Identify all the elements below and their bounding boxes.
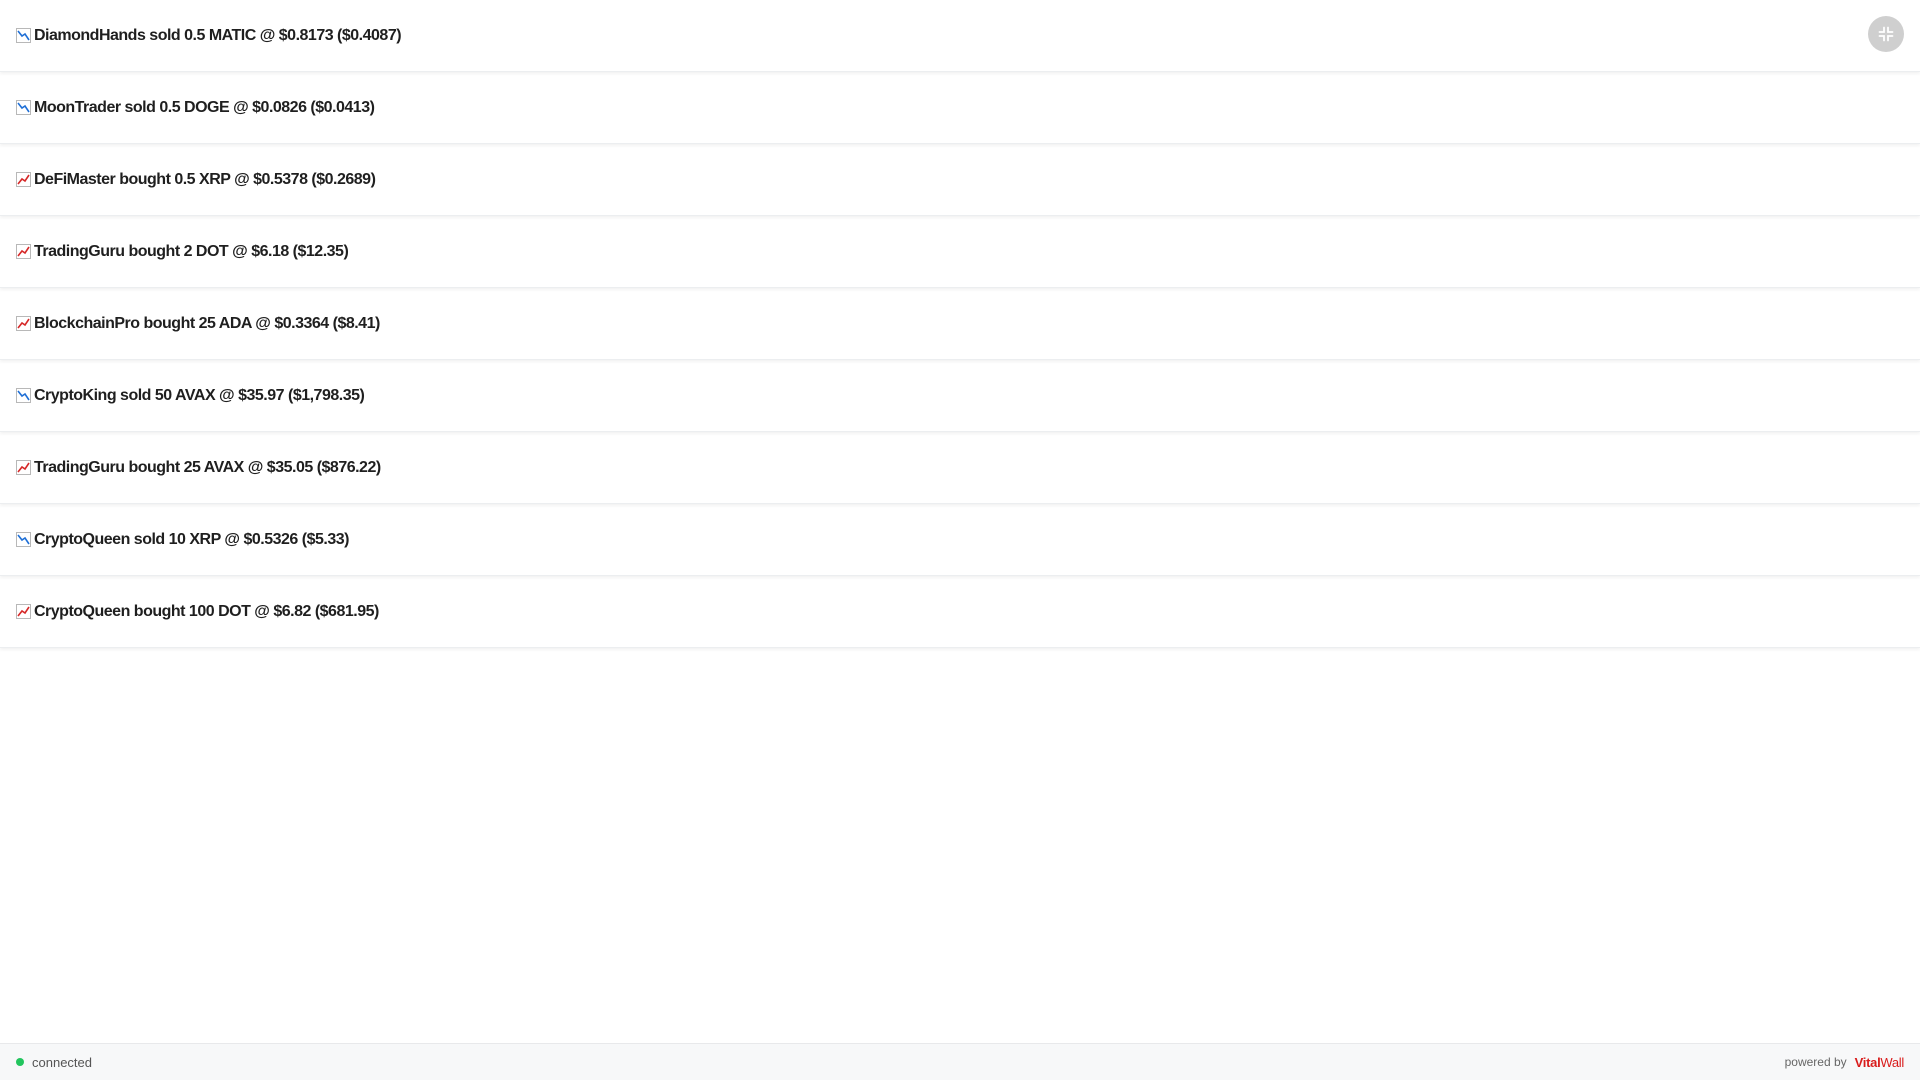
trade-text: BlockchainPro bought 25 ADA @ $0.3364 ($… (34, 314, 380, 332)
exit-fullscreen-button[interactable] (1868, 16, 1904, 52)
trade-row: TradingGuru bought 2 DOT @ $6.18 ($12.35… (0, 216, 1920, 288)
chart-decreasing-icon (16, 28, 31, 43)
trade-row: TradingGuru bought 25 AVAX @ $35.05 ($87… (0, 432, 1920, 504)
trade-row: CryptoQueen sold 10 XRP @ $0.5326 ($5.33… (0, 504, 1920, 576)
powered-by: powered by VitalWall (1784, 1054, 1905, 1070)
trade-row: DiamondHands sold 0.5 MATIC @ $0.8173 ($… (0, 0, 1920, 72)
status-dot (16, 1058, 24, 1066)
chart-increasing-icon (16, 316, 31, 331)
exit-fullscreen-icon (1878, 26, 1894, 42)
trade-text: DiamondHands sold 0.5 MATIC @ $0.8173 ($… (34, 26, 402, 44)
connection-status: connected (16, 1055, 92, 1070)
chart-decreasing-icon (16, 388, 31, 403)
brand-logo[interactable]: VitalWall (1854, 1054, 1905, 1070)
trade-row: CryptoKing sold 50 AVAX @ $35.97 ($1,798… (0, 360, 1920, 432)
trade-text: CryptoQueen bought 100 DOT @ $6.82 ($681… (34, 602, 379, 620)
trade-text: TradingGuru bought 2 DOT @ $6.18 ($12.35… (34, 242, 349, 260)
chart-increasing-icon (16, 172, 31, 187)
trade-row: DeFiMaster bought 0.5 XRP @ $0.5378 ($0.… (0, 144, 1920, 216)
trade-row: CryptoQueen bought 100 DOT @ $6.82 ($681… (0, 576, 1920, 648)
brand-name-part-2: Wall (1880, 1054, 1904, 1070)
trade-text: CryptoQueen sold 10 XRP @ $0.5326 ($5.33… (34, 530, 349, 548)
powered-by-label: powered by (1784, 1055, 1847, 1069)
status-text: connected (32, 1054, 92, 1070)
trade-text: DeFiMaster bought 0.5 XRP @ $0.5378 ($0.… (34, 170, 376, 188)
trade-row: MoonTrader sold 0.5 DOGE @ $0.0826 ($0.0… (0, 72, 1920, 144)
trade-text: CryptoKing sold 50 AVAX @ $35.97 ($1,798… (34, 386, 365, 404)
chart-decreasing-icon (16, 100, 31, 115)
chart-increasing-icon (16, 460, 31, 475)
footer-bar: connected powered by VitalWall (0, 1043, 1920, 1080)
chart-decreasing-icon (16, 532, 31, 547)
trade-row: BlockchainPro bought 25 ADA @ $0.3364 ($… (0, 288, 1920, 360)
chart-increasing-icon (16, 604, 31, 619)
trade-text: MoonTrader sold 0.5 DOGE @ $0.0826 ($0.0… (34, 98, 375, 116)
trade-text: TradingGuru bought 25 AVAX @ $35.05 ($87… (34, 458, 381, 476)
brand-name-part-1: Vital (1854, 1054, 1881, 1070)
chart-increasing-icon (16, 244, 31, 259)
trade-feed: DiamondHands sold 0.5 MATIC @ $0.8173 ($… (0, 0, 1920, 648)
